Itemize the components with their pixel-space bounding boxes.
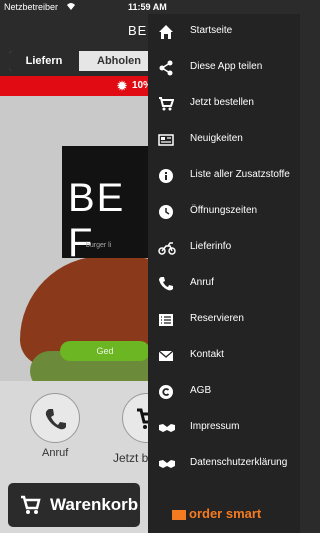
clock-label: 11:59 AM — [128, 2, 167, 12]
call-action-label: Anruf — [42, 447, 69, 459]
home-icon — [158, 24, 174, 40]
menu-item-label: Startseite — [190, 25, 233, 36]
cart-icon — [158, 96, 175, 112]
order-smart-logo: order smart — [172, 506, 261, 521]
badge-icon: ✹ — [117, 79, 128, 93]
info-icon — [158, 168, 174, 184]
restaurant-logo: BE F burger li — [62, 146, 148, 265]
clock-icon — [158, 204, 174, 220]
menu-item-label: AGB — [190, 385, 212, 396]
menu-item-contact[interactable]: Kontakt — [148, 338, 300, 374]
menu-item-label: Öffnungszeiten — [190, 205, 258, 216]
phone-icon — [158, 276, 174, 292]
cart-button[interactable]: Warenkorb — [8, 483, 140, 527]
handshake-icon — [158, 456, 175, 472]
phone-icon — [45, 409, 66, 430]
brand-name: order smart — [189, 506, 262, 521]
news-icon — [158, 132, 174, 148]
cart-icon — [20, 495, 42, 520]
copyright-icon — [158, 384, 174, 400]
status-bar: Netzbetreiber 11:59 AM — [0, 0, 300, 14]
logo-wordmark: BE F — [68, 176, 126, 265]
menu-item-call[interactable]: Anruf — [148, 266, 300, 302]
cart-label: Warenkorb — [50, 495, 139, 514]
delivery-mode-segmented-control: Liefern Abholen — [8, 50, 158, 72]
menu-item-reserve[interactable]: Reservieren — [148, 302, 300, 338]
menu-item-label: Anruf — [190, 277, 214, 288]
tab-abholen[interactable]: Abholen — [81, 51, 157, 71]
menu-item-label: Neuigkeiten — [190, 133, 243, 144]
order-action-label: Jetzt b — [113, 451, 149, 465]
motorbike-icon — [158, 240, 176, 256]
menu-item-additives[interactable]: Liste aller Zusatzstoffe — [148, 158, 300, 194]
menu-item-label: Jetzt bestellen — [190, 97, 254, 108]
menu-item-order-now[interactable]: Jetzt bestellen — [148, 86, 300, 122]
menu-item-news[interactable]: Neuigkeiten — [148, 122, 300, 158]
menu-item-label: Diese App teilen — [190, 61, 263, 72]
menu-item-label: Liste aller Zusatzstoffe — [190, 169, 290, 180]
menu-item-label: Lieferinfo — [190, 241, 232, 252]
wifi-icon — [66, 2, 76, 12]
brand-mark-icon — [172, 509, 186, 520]
menu-item-delivery-info[interactable]: Lieferinfo — [148, 230, 300, 266]
menu-item-agb[interactable]: AGB — [148, 374, 300, 410]
carrier-label: Netzbetreiber — [4, 2, 59, 12]
list-icon — [158, 312, 174, 328]
hero-green-button[interactable]: Ged — [60, 341, 150, 361]
logo-tagline: burger li — [86, 242, 112, 249]
menu-item-opening-hours[interactable]: Öffnungszeiten — [148, 194, 300, 230]
menu-item-share[interactable]: Diese App teilen — [148, 50, 300, 86]
menu-item-label: Kontakt — [190, 349, 224, 360]
share-icon — [158, 60, 174, 76]
menu-item-privacy[interactable]: Datenschutzerklärung — [148, 446, 300, 482]
menu-item-impressum[interactable]: Impressum — [148, 410, 300, 446]
menu-item-label: Impressum — [190, 421, 240, 432]
handshake-icon — [158, 420, 175, 436]
mail-icon — [158, 348, 174, 364]
side-menu-drawer: Startseite Diese App teilen Jetzt bestel… — [148, 14, 300, 533]
call-action-button[interactable] — [30, 393, 80, 443]
menu-item-label: Datenschutzerklärung — [190, 457, 288, 468]
tab-liefern[interactable]: Liefern — [9, 51, 79, 71]
menu-item-label: Reservieren — [190, 313, 244, 324]
menu-item-startseite[interactable]: Startseite — [148, 14, 300, 50]
